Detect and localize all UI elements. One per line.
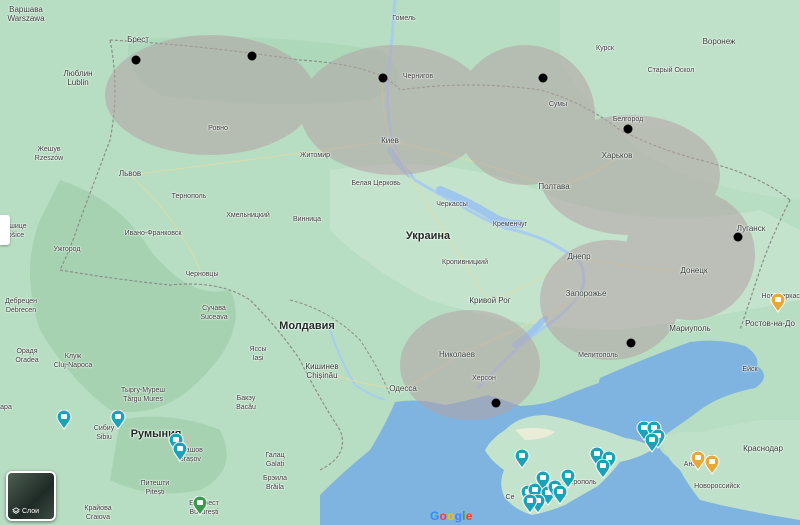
dot-odesa[interactable]	[491, 398, 501, 408]
map-pin-icon[interactable]	[595, 459, 611, 479]
dot-chernihiv[interactable]	[378, 73, 388, 83]
place-label-dnepr: Днепр	[567, 252, 591, 261]
map-pin-icon[interactable]	[56, 410, 72, 430]
place-label-yeysk: Ейск	[742, 366, 758, 373]
place-label-braila: Брэила Brăila	[263, 475, 287, 491]
place-label-kursk: Курск	[596, 45, 614, 52]
place-label-odessa: Одесса	[389, 384, 417, 393]
map-pin-icon[interactable]	[172, 442, 188, 462]
place-label-suceava: Сучава Suceava	[200, 305, 228, 321]
google-logo: Google	[430, 509, 473, 523]
place-label-lviv: Львов	[118, 169, 142, 178]
map-view[interactable]: Варшава Warszawa Брест Люблин Lublin Гомель Че…	[0, 0, 800, 525]
dot-luhansk[interactable]	[733, 232, 743, 242]
map-pin-icon[interactable]	[514, 449, 530, 469]
map-canvas[interactable]	[0, 0, 800, 525]
map-pin-icon[interactable]	[192, 496, 208, 516]
place-label-voronezh: Воронеж	[702, 37, 736, 46]
layers-button[interactable]: Слои	[6, 471, 56, 521]
place-label-cherkassy: Черкассы	[436, 201, 468, 208]
place-label-galati: Галац Galați	[265, 452, 285, 468]
place-label-bacau: Бакэу Bacău	[236, 395, 256, 411]
dot-rivne[interactable]	[247, 51, 257, 61]
place-label-ukraine: Украина	[405, 230, 451, 242]
map-pin-icon[interactable]	[560, 469, 576, 489]
map-pin-icon[interactable]	[644, 433, 660, 453]
place-label-brest: Брест	[127, 35, 149, 44]
place-label-kremenchuk: Кременчуг	[492, 221, 528, 228]
place-label-nikolaev: Николаев	[439, 350, 475, 359]
place-label-kharkiv: Харьков	[601, 151, 633, 160]
place-label-sevastopol: Се	[505, 494, 515, 501]
place-label-belgorod: Белгород	[612, 116, 644, 123]
dot-zaporizhzhia[interactable]	[626, 338, 636, 348]
place-label-targu_mures: Тыргу-Муреш Târgu Mureș	[120, 387, 166, 403]
place-label-vinnytsia: Винница	[292, 216, 322, 223]
google-logo-part-1: G	[430, 509, 440, 523]
place-label-arad: ара	[0, 404, 12, 411]
place-label-chisinau: Кишинев Chișinău	[305, 362, 339, 380]
place-label-kiev: Киев	[381, 136, 399, 145]
place-label-khmelnytskyi: Хмельницкий	[226, 212, 270, 219]
place-label-zaporozhye: Запорожье	[565, 289, 607, 298]
place-label-chernigov: Чернигов	[402, 73, 434, 80]
place-label-sumy: Сумы	[548, 101, 568, 108]
google-logo-part-2: o	[439, 509, 448, 523]
google-logo-part-3: o	[447, 509, 455, 523]
place-label-rovno: Ровно	[208, 125, 228, 132]
place-label-donetsk: Донецк	[680, 266, 708, 275]
place-label-novorossiysk: Новороссийск	[694, 483, 740, 490]
place-label-zheshuv: Жешув Rzeszów	[34, 146, 64, 162]
place-label-iasi: Яссы Iași	[249, 346, 267, 362]
place-label-bila_tserkva: Белая Церковь	[351, 180, 401, 187]
place-label-rostov: Ростов-на-До	[745, 319, 795, 328]
place-label-cluj: Клуж Cluj-Napoca	[53, 353, 93, 369]
google-logo-part-4: g	[454, 509, 463, 523]
place-label-oradea: Орадя Oradea	[15, 348, 39, 364]
place-label-pitesti: Питешти Pitești	[140, 480, 170, 496]
dot-volyn[interactable]	[131, 55, 141, 65]
place-label-craiova: Крайова Craiova	[84, 505, 112, 521]
place-label-moldova: Молдавия	[279, 320, 335, 332]
place-label-warsaw: Варшава Warszawa	[7, 5, 45, 23]
map-pin-icon[interactable]	[704, 455, 720, 475]
place-label-lugansk: Луганск	[736, 224, 766, 233]
place-label-chernivtsi: Черновцы	[185, 271, 219, 278]
place-label-debrecen: Дебрецен Debrecen	[4, 298, 38, 314]
overlay-zaporizhzhia	[540, 240, 680, 360]
layers-label: Слои	[22, 507, 40, 515]
place-label-ternopol: Тернополь	[171, 193, 207, 200]
place-label-melitopol: Мелитополь	[578, 352, 618, 359]
place-label-poltava: Полтава	[538, 182, 570, 191]
layers-icon	[12, 507, 20, 514]
map-pin-icon[interactable]	[522, 494, 538, 514]
place-label-kherson: Херсон	[472, 375, 496, 382]
place-label-ivano_frankovsk: Ивано-Франковск	[124, 230, 182, 237]
place-label-krasnodar: Краснодар	[743, 444, 783, 453]
google-logo-part-6: e	[465, 509, 473, 523]
dot-kharkiv[interactable]	[623, 124, 633, 134]
overlay-west	[105, 35, 315, 155]
place-label-kropyvnytskyi: Кропивницкий	[442, 259, 488, 266]
place-label-stary_oskol: Старый Оскол	[647, 67, 695, 74]
map-pin-icon[interactable]	[110, 410, 126, 430]
map-pin-icon[interactable]	[770, 293, 786, 313]
place-label-krivoy_rog: Кривой Рог	[469, 296, 511, 305]
place-label-lublin: Люблин Lublin	[63, 69, 93, 87]
place-label-zhytomyr: Житомир	[299, 152, 331, 159]
place-label-uzhgorod: Ужгород	[53, 246, 81, 253]
overlay-odesa	[400, 310, 540, 420]
place-label-mariupol: Мариуполь	[669, 324, 711, 333]
place-label-gomel: Гомель	[392, 15, 416, 22]
dot-sumy[interactable]	[538, 73, 548, 83]
side-panel-toggle[interactable]	[0, 215, 10, 245]
